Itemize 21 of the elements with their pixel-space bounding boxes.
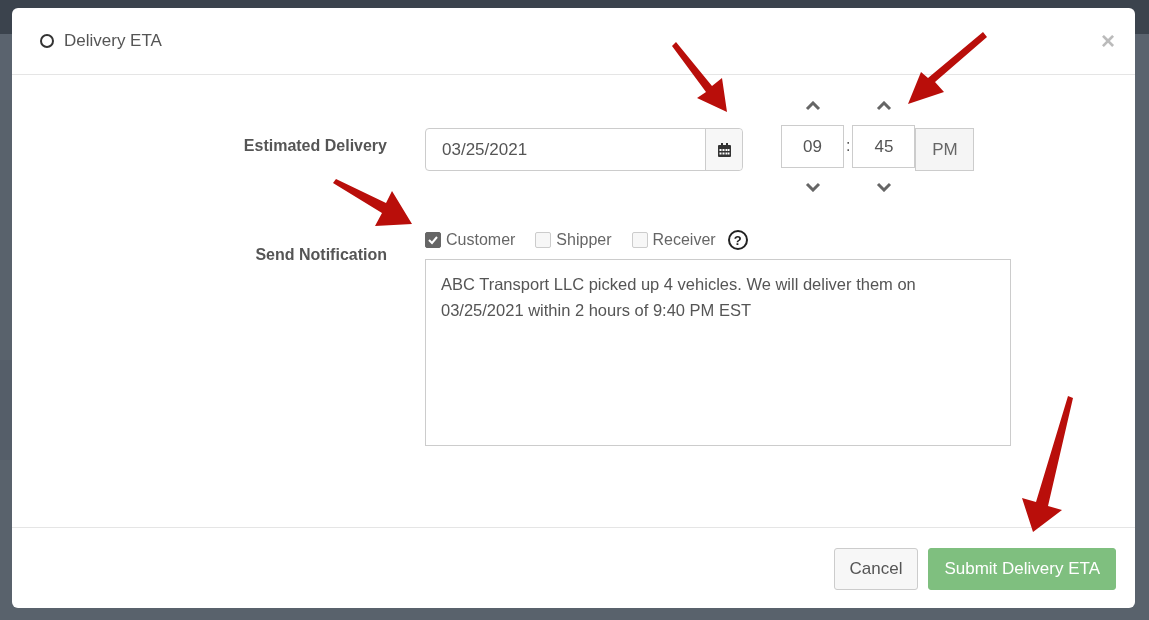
chevron-up-icon[interactable] <box>875 101 892 111</box>
message-field[interactable]: ABC Transport LLC picked up 4 vehicles. We will deliver them on 03/25/2021 within 2 hours of 9:40 PM EST <box>425 259 1011 446</box>
hour-field[interactable]: 09 <box>781 125 844 168</box>
period-button[interactable]: PM <box>915 128 975 171</box>
checkbox-label[interactable]: Customer <box>446 231 516 249</box>
chevron-down-icon[interactable] <box>875 182 892 192</box>
checkbox-label[interactable]: Receiver <box>652 231 716 249</box>
chevron-down-icon[interactable] <box>804 182 821 192</box>
dialog-title: Delivery ETA <box>64 31 163 51</box>
help-icon[interactable]: ? <box>727 230 748 250</box>
field-label: Estimated Delivery <box>242 137 387 156</box>
chevron-up-icon[interactable] <box>804 101 821 111</box>
calendar-icon <box>717 142 731 157</box>
date-field[interactable]: 03/25/2021 <box>425 128 743 171</box>
minute-field[interactable]: 45 <box>852 125 916 168</box>
time-separator: : <box>845 137 852 155</box>
checkbox[interactable] <box>425 232 441 248</box>
cancel-button[interactable]: Cancel <box>833 548 919 590</box>
annotation-arrow <box>672 42 727 112</box>
field-label: Send Notification <box>254 246 387 265</box>
checkbox-label[interactable]: Shipper <box>556 231 612 249</box>
